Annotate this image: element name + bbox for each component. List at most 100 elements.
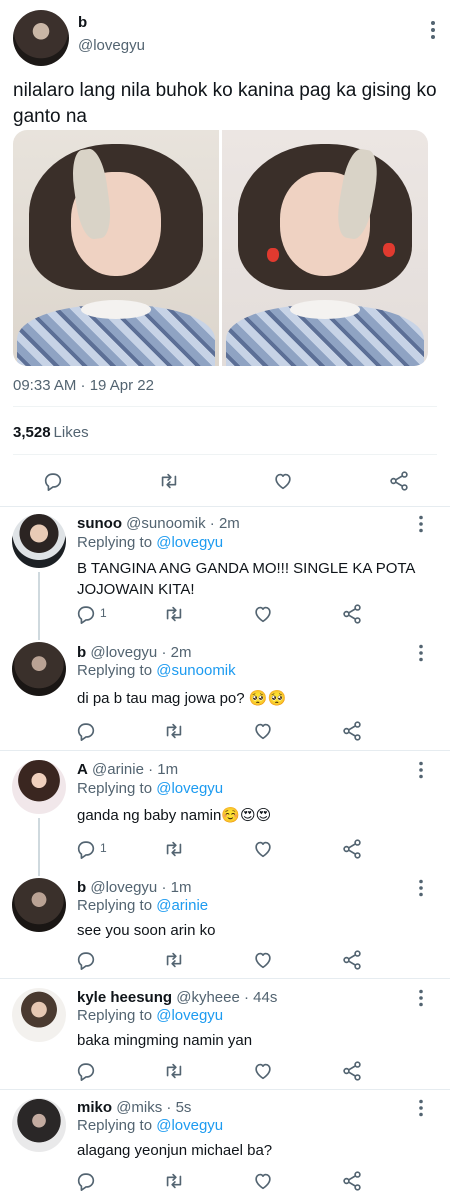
share-icon[interactable]: [339, 601, 365, 627]
reply-author-name[interactable]: miko: [77, 1099, 112, 1116]
share-icon[interactable]: [386, 468, 412, 494]
reply-avatar[interactable]: [12, 514, 66, 568]
author-handle[interactable]: @lovegyu: [78, 37, 145, 54]
reply-actions: 1: [0, 836, 450, 862]
reply-author-handle[interactable]: @miks: [116, 1099, 162, 1116]
reply-author-handle[interactable]: @sunoomik: [126, 515, 205, 532]
tweet-timestamp[interactable]: 09:33 AM · 19 Apr 22: [13, 377, 154, 394]
replying-to-prefix: Replying to: [77, 1117, 153, 1134]
reply-icon[interactable]: [73, 947, 99, 973]
reply-header: sunoo @sunoomik · 2m: [77, 515, 240, 532]
reply-actions: [0, 947, 450, 973]
share-icon[interactable]: [339, 1058, 365, 1084]
reply-text: ganda ng baby namin☺️😍😍: [77, 807, 272, 824]
reply-avatar[interactable]: [12, 642, 66, 696]
reply-avatar[interactable]: [12, 878, 66, 932]
replying-to: Replying to @lovegyu: [77, 780, 223, 797]
share-icon[interactable]: [339, 718, 365, 744]
reply-time[interactable]: · 1m: [161, 879, 191, 896]
reply-avatar[interactable]: [12, 988, 66, 1042]
tweet-photo-1[interactable]: [13, 130, 219, 366]
retweet-icon[interactable]: [161, 947, 187, 973]
replying-to-prefix: Replying to: [77, 662, 153, 679]
retweet-icon[interactable]: [161, 1058, 187, 1084]
like-icon[interactable]: [250, 1168, 276, 1194]
reply-icon[interactable]: [73, 718, 99, 744]
divider: [0, 1089, 450, 1090]
replying-to-mention[interactable]: @arinie: [156, 897, 208, 914]
reply-time[interactable]: · 2m: [210, 515, 240, 532]
reply-actions: 1: [0, 601, 450, 627]
reply-text: see you soon arin ko: [77, 922, 216, 939]
reply-icon[interactable]: [73, 836, 99, 862]
reply-icon[interactable]: [40, 468, 66, 494]
reply-header: A @arinie · 1m: [77, 761, 178, 778]
share-icon[interactable]: [339, 947, 365, 973]
share-icon[interactable]: [339, 836, 365, 862]
reply-icon[interactable]: [73, 601, 99, 627]
tweet-actions: [0, 468, 450, 494]
more-options-icon[interactable]: [418, 989, 424, 1007]
more-options-icon[interactable]: [418, 1099, 424, 1117]
replying-to-mention[interactable]: @lovegyu: [156, 534, 223, 551]
reply-count: 1: [100, 606, 107, 620]
like-icon[interactable]: [250, 1058, 276, 1084]
like-icon[interactable]: [250, 836, 276, 862]
like-icon[interactable]: [250, 718, 276, 744]
reply-author-name[interactable]: sunoo: [77, 515, 122, 532]
replying-to-mention[interactable]: @lovegyu: [156, 780, 223, 797]
like-icon[interactable]: [250, 601, 276, 627]
retweet-icon[interactable]: [161, 601, 187, 627]
reply-author-handle[interactable]: @arinie: [92, 761, 144, 778]
more-options-icon[interactable]: [418, 879, 424, 897]
more-options-icon[interactable]: [418, 761, 424, 779]
likes-number: 3,528: [13, 424, 51, 441]
reply-header: miko @miks · 5s: [77, 1099, 191, 1116]
retweet-icon[interactable]: [161, 718, 187, 744]
reply-author-handle[interactable]: @lovegyu: [90, 644, 157, 661]
more-options-icon[interactable]: [418, 515, 424, 533]
like-icon[interactable]: [250, 947, 276, 973]
replying-to-mention[interactable]: @sunoomik: [156, 662, 235, 679]
author-avatar[interactable]: [13, 10, 69, 66]
tweet-photo-2[interactable]: [222, 130, 428, 366]
reply-time[interactable]: · 1m: [148, 761, 178, 778]
replying-to-prefix: Replying to: [77, 1007, 153, 1024]
reply-time[interactable]: · 2m: [161, 644, 191, 661]
replying-to: Replying to @lovegyu: [77, 1117, 223, 1134]
reply-avatar[interactable]: [12, 1098, 66, 1152]
reply-text: di pa b tau mag jowa po? 🥺🥺: [77, 690, 287, 707]
likes-label: Likes: [53, 424, 89, 441]
reply-author-handle[interactable]: @lovegyu: [90, 879, 157, 896]
reply-icon[interactable]: [73, 1058, 99, 1084]
replying-to-mention[interactable]: @lovegyu: [156, 1117, 223, 1134]
reply-actions: [0, 718, 450, 744]
more-options-icon[interactable]: [430, 20, 436, 40]
retweet-icon[interactable]: [161, 1168, 187, 1194]
replying-to-prefix: Replying to: [77, 534, 153, 551]
reply-avatar[interactable]: [12, 760, 66, 814]
reply-time[interactable]: · 5s: [166, 1099, 191, 1116]
reply-author-name[interactable]: b: [77, 644, 86, 661]
reply-text: baka mingming namin yan: [77, 1032, 253, 1049]
reply-author-name[interactable]: kyle heesung: [77, 989, 172, 1006]
retweet-icon[interactable]: [156, 468, 182, 494]
reply-author-handle[interactable]: @kyheee: [176, 989, 240, 1006]
more-options-icon[interactable]: [418, 644, 424, 662]
retweet-icon[interactable]: [161, 836, 187, 862]
likes-count[interactable]: 3,528 Likes: [13, 424, 89, 441]
reply-icon[interactable]: [73, 1168, 99, 1194]
reply-time[interactable]: · 44s: [244, 989, 277, 1006]
reply-author-name[interactable]: b: [77, 879, 86, 896]
author-name[interactable]: b: [78, 14, 87, 31]
replying-to: Replying to @sunoomik: [77, 662, 236, 679]
divider: [0, 978, 450, 979]
share-icon[interactable]: [339, 1168, 365, 1194]
reply-actions: [0, 1168, 450, 1194]
replying-to: Replying to @lovegyu: [77, 534, 223, 551]
like-icon[interactable]: [270, 468, 296, 494]
tweet-media[interactable]: [13, 130, 428, 366]
replying-to-mention[interactable]: @lovegyu: [156, 1007, 223, 1024]
replying-to: Replying to @arinie: [77, 897, 208, 914]
reply-author-name[interactable]: A: [77, 761, 88, 778]
